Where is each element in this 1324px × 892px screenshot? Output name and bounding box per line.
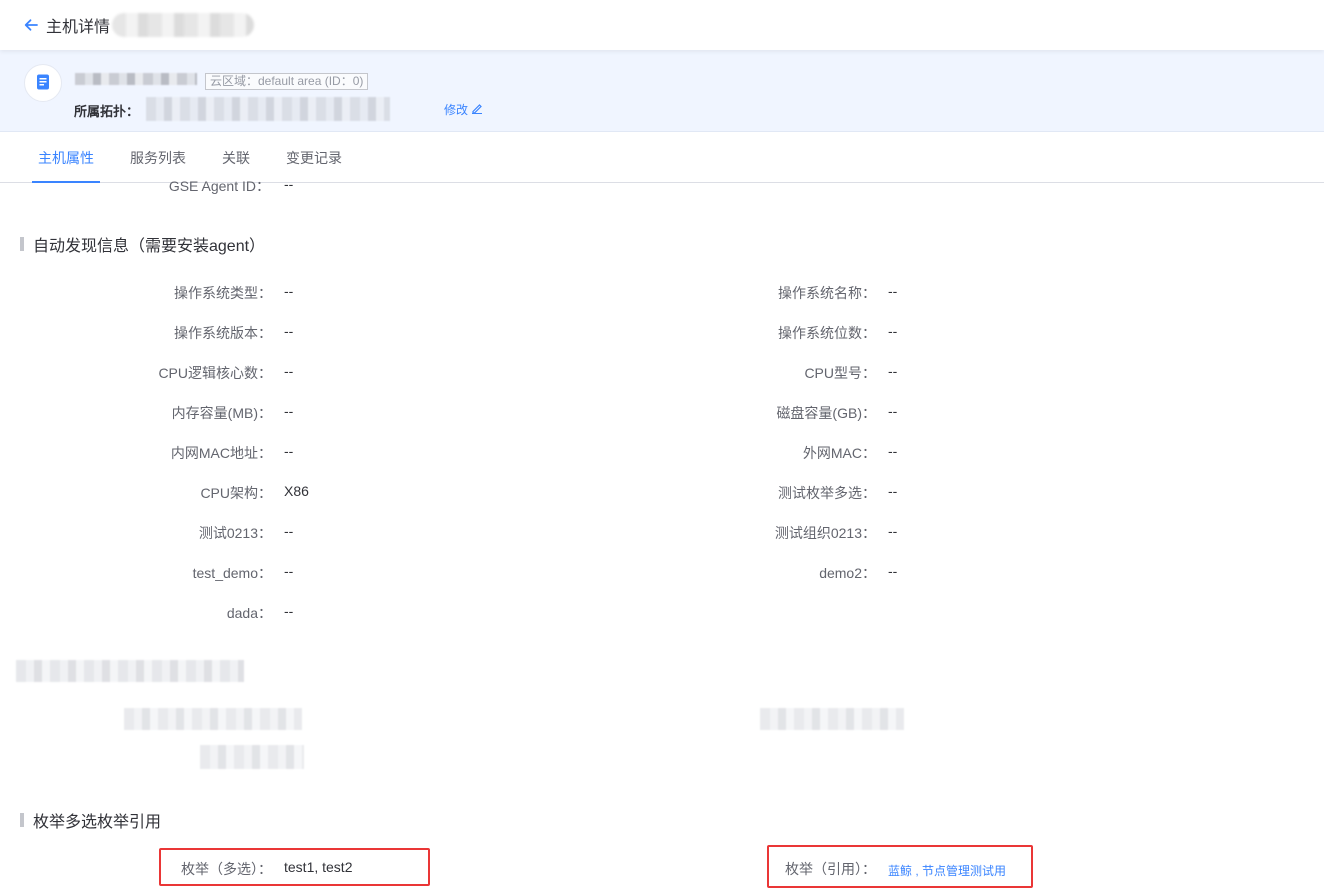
field-value: -- xyxy=(888,443,898,459)
field-value: -- xyxy=(888,523,898,539)
field-label: 操作系统类型： xyxy=(174,285,272,301)
field-value: -- xyxy=(284,363,294,379)
redacted-host-ip xyxy=(75,73,197,85)
field-label: 测试组织0213： xyxy=(774,525,876,541)
field-label: 操作系统版本： xyxy=(174,325,272,341)
field-value: -- xyxy=(888,283,898,299)
field-label: 测试枚举多选： xyxy=(778,485,876,501)
field-value: X86 xyxy=(284,483,309,499)
field-label: 枚举（引用）： xyxy=(785,861,876,877)
field-label: 磁盘容量(GB)： xyxy=(776,405,876,421)
redacted-field xyxy=(200,745,304,769)
field-label: 枚举（多选）： xyxy=(181,861,272,877)
top-bar: 主机详情 xyxy=(0,0,1324,50)
enum-ref-link[interactable]: 蓝鲸 , 节点管理测试用 xyxy=(888,862,1006,879)
field-label: test_demo： xyxy=(192,565,272,581)
tab-host-attributes[interactable]: 主机属性 xyxy=(32,133,100,183)
field-label: CPU型号： xyxy=(804,365,876,381)
field-label: 外网MAC： xyxy=(802,445,876,461)
field-value: -- xyxy=(284,603,294,619)
field-value: -- xyxy=(888,323,898,339)
field-label: 操作系统位数： xyxy=(778,325,876,341)
field-value: -- xyxy=(888,563,898,579)
section-title-auto-discovery: 自动发现信息（需要安装agent） xyxy=(20,232,265,256)
field-label: CPU逻辑核心数： xyxy=(158,365,272,381)
section-title-text: 自动发现信息（需要安装agent） xyxy=(33,238,266,255)
host-header-card: 云区域：default area (ID：0) 所属拓扑： 修改 xyxy=(0,50,1324,132)
edit-topology-button[interactable]: 修改 xyxy=(444,101,483,118)
topology-label: 所属拓扑： xyxy=(74,104,140,119)
host-avatar xyxy=(24,64,62,102)
redacted-host-name xyxy=(112,13,255,37)
field-label: 测试0213： xyxy=(198,525,272,541)
field-label: demo2： xyxy=(819,565,876,581)
field-value: -- xyxy=(888,403,898,419)
pencil-icon xyxy=(471,102,483,117)
field-value: -- xyxy=(284,443,294,459)
field-value: -- xyxy=(284,176,294,192)
field-value: -- xyxy=(284,403,294,419)
edit-label: 修改 xyxy=(444,103,469,117)
redacted-field xyxy=(760,708,904,730)
field-label: CPU架构： xyxy=(200,485,272,501)
field-label: 内存容量(MB)： xyxy=(171,405,272,421)
cloud-area-tag: 云区域：default area (ID：0) xyxy=(205,73,369,90)
field-value: -- xyxy=(888,363,898,379)
section-title-text: 枚举多选枚举引用 xyxy=(33,814,162,831)
redacted-topology-path xyxy=(146,97,390,121)
page-title: 主机详情 xyxy=(46,19,111,36)
field-value: -- xyxy=(284,283,294,299)
redacted-field xyxy=(124,708,302,730)
section-marker xyxy=(20,237,24,251)
field-value: -- xyxy=(284,323,294,339)
field-label: GSE Agent ID： xyxy=(168,178,270,194)
arrow-left-icon[interactable] xyxy=(22,16,40,34)
field-value: test1, test2 xyxy=(284,859,353,875)
field-value: -- xyxy=(888,483,898,499)
host-document-icon xyxy=(36,74,50,93)
partial-field-row: GSE Agent ID： -- xyxy=(120,172,320,194)
redacted-section-title xyxy=(16,660,244,682)
field-label: dada： xyxy=(226,605,272,621)
field-label: 操作系统名称： xyxy=(778,285,876,301)
section-title-enum: 枚举多选枚举引用 xyxy=(20,808,161,832)
field-label: 内网MAC地址： xyxy=(170,445,272,461)
field-value: -- xyxy=(284,523,294,539)
field-value: -- xyxy=(284,563,294,579)
section-marker xyxy=(20,813,24,827)
